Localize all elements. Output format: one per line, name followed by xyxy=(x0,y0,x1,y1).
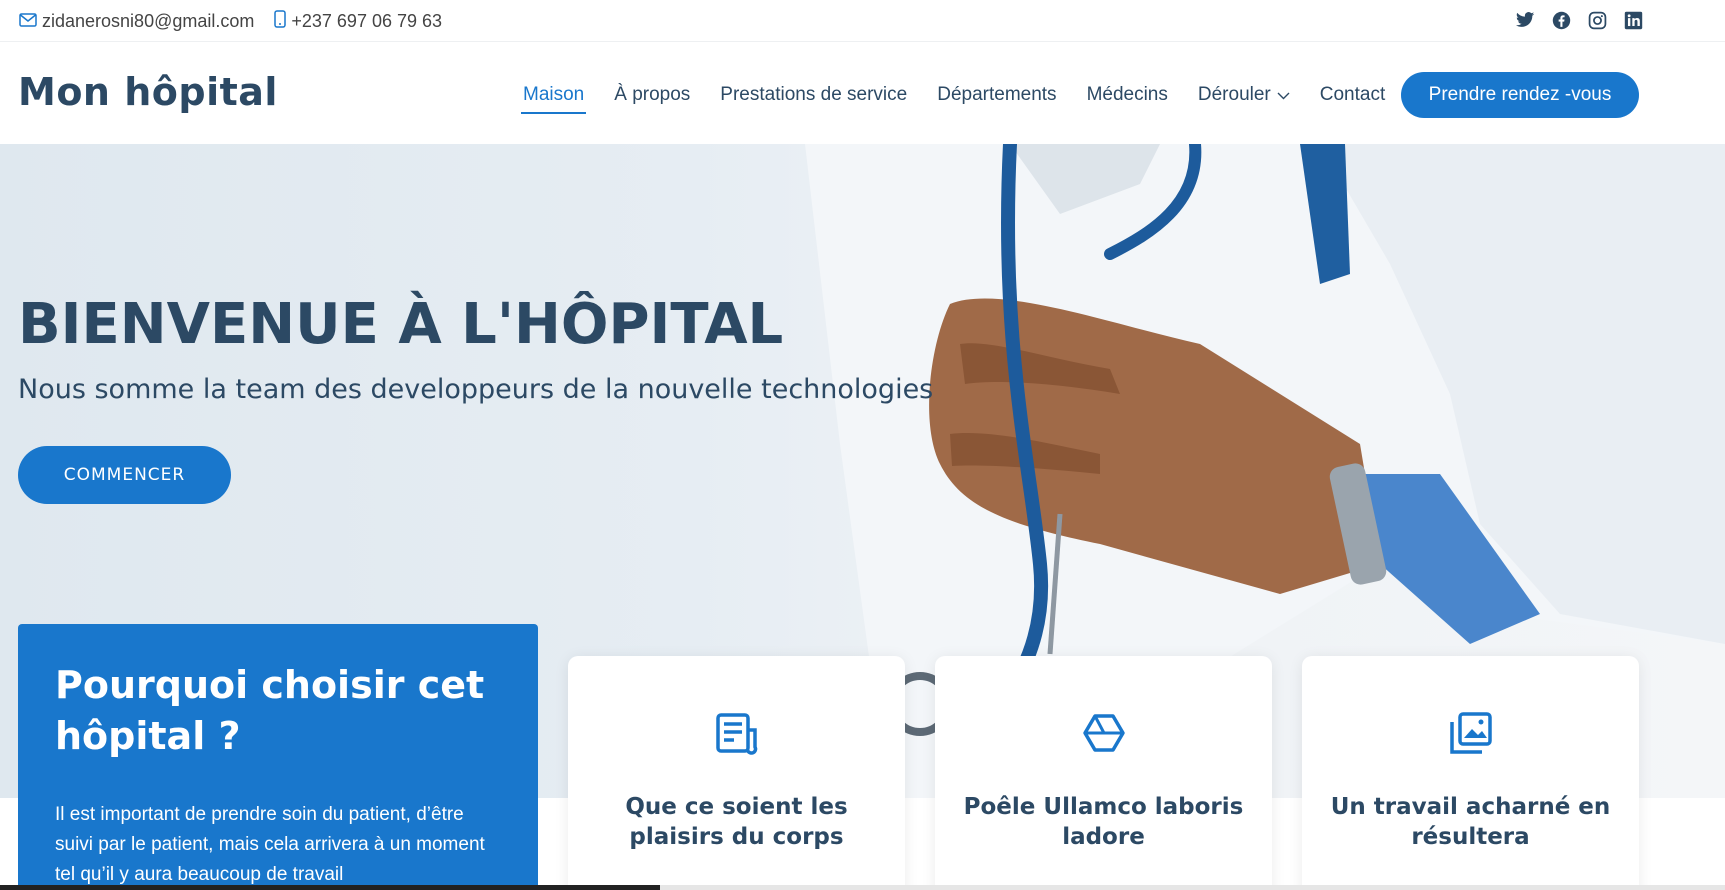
topbar-contact: zidanerosni80@gmail.com +237 697 06 79 6… xyxy=(19,10,462,33)
phone-text: +237 697 06 79 63 xyxy=(291,11,443,31)
main-nav: Maison À propos Prestations de service D… xyxy=(520,84,1415,114)
nav-item-maison[interactable]: Maison xyxy=(520,84,587,114)
feature-card: Que ce soient les plaisirs du corps xyxy=(568,656,905,890)
instagram-icon[interactable] xyxy=(1587,10,1607,30)
nav-item-departements[interactable]: Départements xyxy=(937,84,1056,114)
start-button[interactable]: COMMENCER xyxy=(18,446,231,504)
nav-item-medecins[interactable]: Médecins xyxy=(1087,84,1168,114)
feature-card: Poêle Ullamco laboris ladore xyxy=(935,656,1272,890)
images-icon xyxy=(1448,710,1494,756)
cube-icon xyxy=(1081,710,1127,756)
phone-icon xyxy=(274,10,291,33)
nav-item-derouler-label: Dérouler xyxy=(1197,84,1271,105)
phone-contact[interactable]: +237 697 06 79 63 xyxy=(274,10,442,33)
site-logo[interactable]: Mon hôpital xyxy=(18,70,278,114)
feature-card-title: Un travail acharné en résultera xyxy=(1330,794,1611,850)
nav-item-prestations[interactable]: Prestations de service xyxy=(720,84,907,114)
nav-item-contact[interactable]: Contact xyxy=(1320,84,1385,114)
twitter-icon[interactable] xyxy=(1515,10,1535,30)
chevron-down-icon xyxy=(1277,84,1290,106)
nav-item-derouler[interactable]: Dérouler xyxy=(1198,84,1290,114)
hero-title: BIENVENUE À L'HÔPITAL xyxy=(18,292,784,357)
nav-item-a-propos[interactable]: À propos xyxy=(614,84,690,114)
linkedin-icon[interactable] xyxy=(1623,10,1643,30)
scrollbar-thumb[interactable] xyxy=(0,885,660,890)
email-text: zidanerosni80@gmail.com xyxy=(42,11,255,31)
header: Mon hôpital Maison À propos Prestations … xyxy=(0,44,1725,144)
feature-card-title: Poêle Ullamco laboris ladore xyxy=(963,794,1244,850)
why-text: Il est important de prendre soin du pati… xyxy=(55,804,485,885)
topbar: zidanerosni80@gmail.com +237 697 06 79 6… xyxy=(0,0,1725,42)
feature-card-title: Que ce soient les plaisirs du corps xyxy=(625,794,848,850)
envelope-icon xyxy=(19,11,42,32)
hero-subtitle: Nous somme la team des developpeurs de l… xyxy=(18,374,934,405)
facebook-icon[interactable] xyxy=(1551,10,1571,30)
why-title: Pourquoi choisir cet hôpital ? xyxy=(55,663,485,758)
social-links xyxy=(1499,10,1643,30)
why-choose-box: Pourquoi choisir cet hôpital ? Il est im… xyxy=(18,624,538,890)
receipt-icon xyxy=(714,710,760,756)
email-contact[interactable]: zidanerosni80@gmail.com xyxy=(19,11,254,32)
feature-card: Un travail acharné en résultera xyxy=(1302,656,1639,890)
horizontal-scrollbar[interactable] xyxy=(0,885,1725,890)
appointment-button[interactable]: Prendre rendez -vous xyxy=(1401,72,1639,118)
